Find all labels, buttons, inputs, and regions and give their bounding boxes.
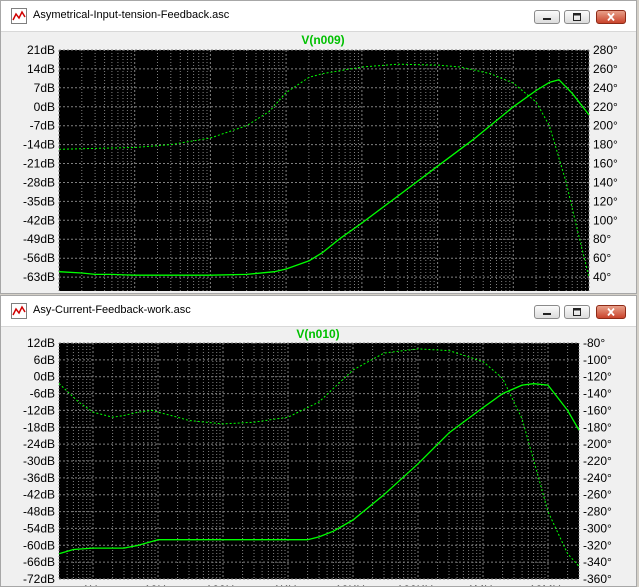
y-tick-label-right: -160°: [583, 403, 612, 417]
title-bar[interactable]: Asymetrical-Input-tension-Feedback.asc: [1, 1, 636, 32]
plot-window-top[interactable]: Asymetrical-Input-tension-Feedback.asc 2…: [0, 0, 637, 294]
y-tick-label-right: 240°: [593, 81, 618, 95]
y-tick-label-right: 40°: [593, 270, 611, 284]
y-tick-label-left: -49dB: [23, 232, 55, 246]
y-tick-label-left: 14dB: [27, 62, 55, 76]
y-tick-label-right: 280°: [593, 43, 618, 57]
y-tick-label-right: -220°: [583, 454, 612, 468]
y-axis-right-labels: -80° -100° -120° -140° -160° -180° -200° -220° -…: [583, 336, 612, 586]
x-tick-label: 1Hz: [82, 583, 103, 586]
y-tick-label-left: -6dB: [30, 387, 55, 401]
y-tick-label-left: -66dB: [23, 555, 55, 569]
y-tick-label-left: -72dB: [23, 572, 55, 586]
y-tick-label-right: -300°: [583, 521, 612, 535]
y-tick-label-right: -320°: [583, 538, 612, 552]
y-tick-label-left: 21dB: [27, 43, 55, 57]
y-tick-label-right: 160°: [593, 157, 618, 171]
maximize-button[interactable]: [564, 10, 590, 24]
y-tick-label-left: -30dB: [23, 454, 55, 468]
maximize-icon: [573, 13, 581, 21]
y-tick-label-right: 60°: [593, 251, 611, 265]
y-tick-label-left: -56dB: [23, 251, 55, 265]
y-tick-label-right: 220°: [593, 100, 618, 114]
y-tick-label-right: -200°: [583, 437, 612, 451]
maximize-icon: [573, 308, 581, 316]
y-tick-label-left: 12dB: [27, 336, 55, 350]
close-button[interactable]: [596, 10, 626, 24]
y-tick-label-right: 100°: [593, 213, 618, 227]
minimize-button[interactable]: [534, 305, 560, 319]
y-axis-left-labels: 12dB 6dB 0dB -6dB -12dB -18dB -24dB -30dB -36dB -…: [23, 336, 55, 586]
y-tick-label-right: 200°: [593, 119, 618, 133]
y-tick-label-right: -100°: [583, 353, 612, 367]
trace-label[interactable]: V(n009): [301, 33, 344, 47]
y-tick-label-right: -260°: [583, 488, 612, 502]
minimize-button[interactable]: [534, 10, 560, 24]
y-tick-label-left: -21dB: [23, 157, 55, 171]
y-tick-label-right: -180°: [583, 420, 612, 434]
y-tick-label-left: -42dB: [23, 213, 55, 227]
window-title: Asy-Current-Feedback-work.asc: [33, 304, 191, 316]
maximize-button[interactable]: [564, 305, 590, 319]
y-tick-label-left: 6dB: [34, 353, 55, 367]
y-tick-label-left: -60dB: [23, 538, 55, 552]
x-tick-label: 100Hz: [206, 583, 241, 586]
y-tick-label-right: 180°: [593, 138, 618, 152]
waveform-app-icon: [11, 303, 27, 319]
minimize-icon: [543, 18, 551, 20]
y-tick-label-left: -14dB: [23, 138, 55, 152]
y-axis-left-labels: 21dB 14dB 7dB 0dB -7dB -14dB -21dB -28dB -35dB -4…: [23, 43, 55, 291]
y-tick-label-left: -28dB: [23, 176, 55, 190]
bode-plot[interactable]: 21dB 14dB 7dB 0dB -7dB -14dB -21dB -28dB -35dB -4…: [3, 32, 634, 291]
y-tick-label-right: -80°: [583, 336, 605, 350]
y-tick-label-left: 0dB: [34, 370, 55, 384]
y-tick-label-left: -70dB: [23, 289, 55, 291]
x-axis-labels: 1Hz 10Hz 100Hz 1KHz 10KHz 100KHz 1MHz 10MHz: [82, 583, 567, 586]
x-tick-label: 10MHz: [529, 583, 567, 586]
close-icon: [607, 13, 615, 21]
y-tick-label-right: 120°: [593, 194, 618, 208]
y-tick-label-right: 140°: [593, 176, 618, 190]
y-tick-label-left: 0dB: [34, 100, 55, 114]
y-tick-label-left: -18dB: [23, 420, 55, 434]
minimize-icon: [543, 313, 551, 315]
y-tick-label-left: -12dB: [23, 403, 55, 417]
y-tick-label-right: -280°: [583, 505, 612, 519]
x-tick-label: 1KHz: [273, 583, 302, 586]
x-tick-label: 1MHz: [467, 583, 498, 586]
waveform-app-icon: [11, 8, 27, 24]
y-tick-label-left: -24dB: [23, 437, 55, 451]
y-tick-label-left: 7dB: [34, 81, 55, 95]
y-tick-label-left: -63dB: [23, 270, 55, 284]
y-tick-label-left: -54dB: [23, 521, 55, 535]
y-tick-label-left: -36dB: [23, 471, 55, 485]
y-tick-label-right: -340°: [583, 555, 612, 569]
window-title: Asymetrical-Input-tension-Feedback.asc: [33, 9, 230, 21]
x-tick-label: 100KHz: [397, 583, 440, 586]
x-tick-label: 10KHz: [335, 583, 371, 586]
x-tick-label: 10Hz: [144, 583, 172, 586]
title-bar[interactable]: Asy-Current-Feedback-work.asc: [1, 296, 636, 327]
y-tick-label-right: -140°: [583, 387, 612, 401]
y-tick-label-left: -42dB: [23, 488, 55, 502]
y-tick-label-right: 80°: [593, 232, 611, 246]
bode-plot[interactable]: 12dB 6dB 0dB -6dB -12dB -18dB -24dB -30dB -36dB -…: [3, 327, 634, 586]
plot-window-bottom[interactable]: Asy-Current-Feedback-work.asc 12dB 6dB 0dB…: [0, 295, 637, 587]
y-tick-label-right: -240°: [583, 471, 612, 485]
y-tick-label-left: -35dB: [23, 194, 55, 208]
close-icon: [607, 308, 615, 316]
close-button[interactable]: [596, 305, 626, 319]
y-tick-label-right: -360°: [583, 572, 612, 586]
y-tick-label-right: 20°: [593, 289, 611, 291]
y-tick-label-left: -48dB: [23, 505, 55, 519]
y-tick-label-right: 260°: [593, 62, 618, 76]
y-tick-label-left: -7dB: [30, 119, 55, 133]
y-tick-label-right: -120°: [583, 370, 612, 384]
y-axis-right-labels: 280° 260° 240° 220° 200° 180° 160° 140° 120° 100°…: [593, 43, 618, 291]
trace-label[interactable]: V(n010): [296, 327, 339, 341]
